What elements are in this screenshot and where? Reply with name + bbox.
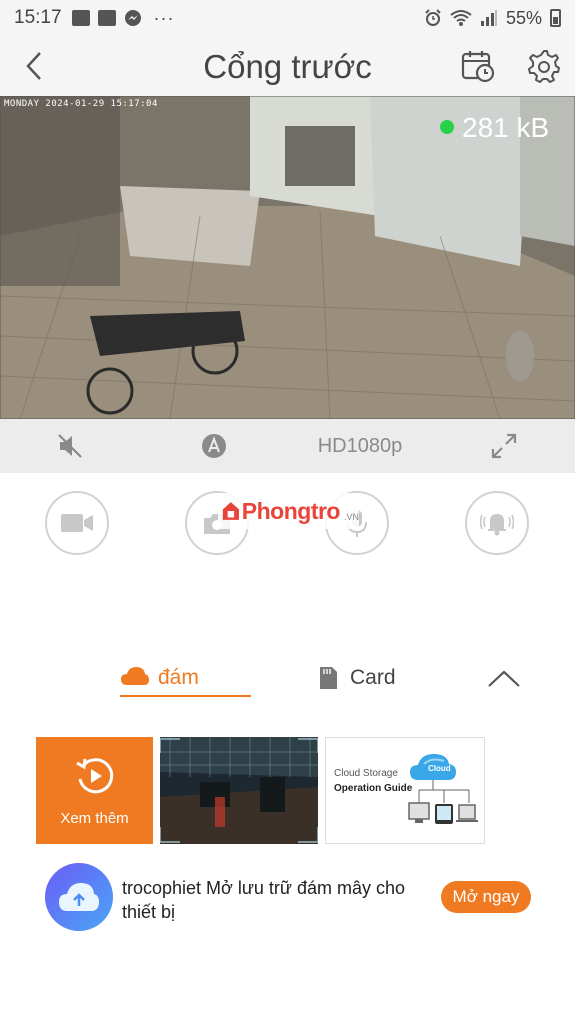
fullscreen-icon	[491, 433, 517, 459]
auto-mode-button[interactable]	[196, 428, 232, 464]
calendar-clock-icon	[461, 51, 495, 83]
status-time: 15:17	[14, 7, 62, 28]
see-more-tile[interactable]: Xem thêm	[36, 737, 153, 844]
sd-card-icon	[320, 667, 337, 689]
app-header: Cổng trước	[0, 36, 575, 96]
chevron-up-icon	[488, 670, 520, 687]
record-video-button[interactable]	[45, 491, 109, 555]
record-video-icon	[61, 514, 93, 532]
battery-level: 55%	[505, 7, 542, 28]
guide-subtitle: Operation Guide	[334, 783, 413, 794]
mute-icon	[58, 434, 82, 458]
live-video-feed[interactable]: MONDAY 2024-01-29 15:17:04	[0, 96, 575, 419]
messenger-icon	[124, 10, 141, 26]
cloud-upload-avatar	[45, 863, 113, 931]
signal-icon	[480, 10, 497, 26]
camera-scene	[0, 96, 575, 419]
tab-card-label: Card	[350, 666, 396, 689]
gear-icon	[528, 50, 560, 83]
replay-icon	[75, 758, 113, 794]
auto-icon	[202, 434, 226, 458]
baomoi-icon	[97, 10, 116, 26]
cloud-guide-tile[interactable]: Cloud Storage Operation Guide Cloud	[325, 737, 485, 844]
cloud-icon	[121, 667, 149, 685]
gallery-icon	[71, 10, 90, 26]
settings-button[interactable]	[526, 48, 562, 84]
wifi-icon	[450, 10, 472, 26]
overflow-dots: ···	[153, 7, 175, 28]
active-tab-indicator	[120, 695, 251, 697]
see-more-label: Xem thêm	[60, 810, 129, 827]
open-now-button[interactable]: Mở ngay	[441, 881, 531, 913]
guide-title: Cloud Storage	[334, 768, 398, 779]
cloud-upload-icon	[59, 883, 99, 911]
watermark: Phongtro .VN	[218, 493, 359, 529]
video-clip-thumbnail[interactable]	[160, 737, 318, 844]
mute-button[interactable]	[52, 428, 88, 464]
live-indicator	[440, 120, 454, 134]
tab-card[interactable]: Card	[318, 666, 396, 690]
alarm-bell-icon	[480, 514, 514, 536]
quality-button[interactable]: HD1080p	[306, 428, 414, 464]
clip-scene	[160, 737, 318, 844]
alarm-bell-button[interactable]	[465, 491, 529, 555]
storage-tabs: đám Card	[0, 660, 575, 700]
status-bar: 15:17 ··· 55%	[0, 0, 575, 36]
tab-cloud-label: đám	[158, 666, 199, 689]
video-control-bar: HD1080p	[0, 419, 575, 473]
cloud-promo-banner: trocophiet Mở lưu trữ đám mây cho thiết …	[0, 860, 575, 940]
watermark-suffix: .VN	[343, 512, 359, 522]
bitrate-readout: 281 kB	[462, 112, 550, 143]
house-logo-icon	[222, 502, 239, 520]
battery-icon	[550, 9, 561, 27]
cloud-devices-icon	[408, 754, 478, 824]
watermark-text: Phongtro	[241, 497, 341, 524]
guide-cloud-label: Cloud	[428, 764, 451, 773]
fullscreen-button[interactable]	[486, 428, 522, 464]
promo-text: trocophiet Mở lưu trữ đám mây cho thiết …	[122, 878, 405, 922]
playback-calendar-button[interactable]	[460, 48, 496, 84]
video-timestamp: MONDAY 2024-01-29 15:17:04	[4, 99, 158, 109]
quality-label: HD1080p	[317, 434, 403, 457]
collapse-button[interactable]	[487, 668, 521, 692]
alarm-icon	[425, 9, 441, 26]
